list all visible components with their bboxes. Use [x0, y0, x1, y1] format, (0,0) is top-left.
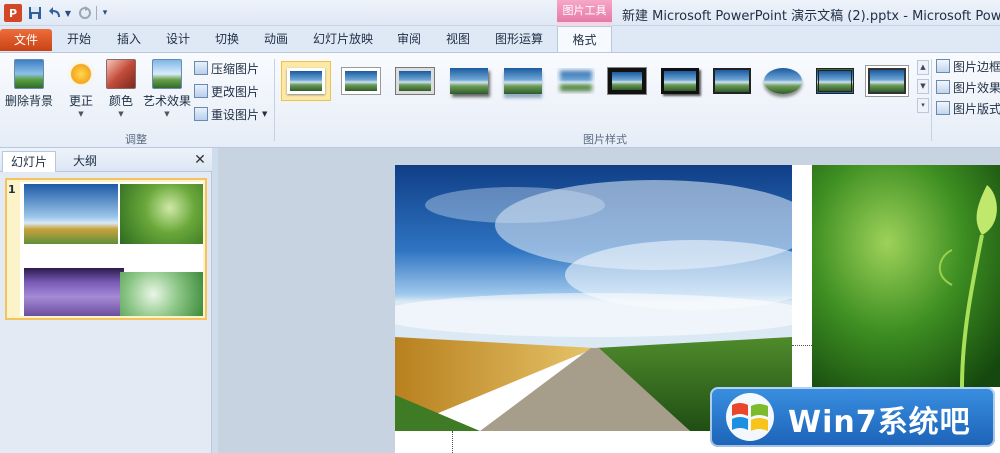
tab-outline[interactable]: 大纲 — [58, 151, 112, 172]
picture-style-metal-frame[interactable] — [390, 61, 440, 101]
redo-icon[interactable] — [77, 4, 93, 22]
picture-style-simple-frame-white[interactable] — [281, 61, 331, 101]
tab-insert[interactable]: 插入 — [107, 26, 151, 52]
layout-icon — [936, 101, 950, 115]
tab-home[interactable]: 开始 — [57, 26, 101, 52]
chevron-down-icon: ▼ — [118, 110, 124, 118]
title-bar: P ▼ ▾ 图片工具 新建 Microsoft PowerPoint 演示文稿 … — [0, 0, 1000, 26]
selection-guide-vertical — [452, 431, 453, 453]
change-picture-label: 更改图片 — [211, 84, 260, 99]
group-separator — [931, 59, 932, 141]
color-label: 颜色 — [108, 94, 133, 108]
picture-style-oval[interactable] — [758, 61, 808, 101]
picture-style-thin-black-frame[interactable] — [707, 61, 757, 101]
picture-border-button[interactable]: 图片边框 — [936, 57, 1000, 75]
remove-background-icon — [14, 59, 44, 89]
picture-style-drop-shadow[interactable] — [444, 61, 494, 101]
artistic-effects-label: 艺术效果 — [142, 94, 191, 108]
group-separator — [274, 59, 275, 141]
quick-access-separator — [96, 6, 98, 20]
windows-logo-icon — [726, 393, 774, 441]
effects-icon — [936, 80, 950, 94]
tab-animations[interactable]: 动画 — [254, 26, 298, 52]
picture-effects-label: 图片效果 — [953, 80, 1000, 95]
picture-styles-group-label: 图片样式 — [583, 133, 627, 146]
slide-number: 1 — [8, 183, 16, 196]
picture-style-soft-edge[interactable] — [551, 61, 601, 101]
gallery-scroll-up[interactable]: ▲ — [917, 60, 929, 75]
chevron-down-icon: ▼ — [164, 110, 170, 118]
close-icon[interactable]: ✕ — [192, 152, 208, 168]
remove-background-label: 删除背景 — [4, 94, 53, 108]
color-button[interactable]: 颜色 ▼ — [103, 57, 139, 119]
ribbon-tab-row: 文件 开始 插入 设计 切换 动画 幻灯片放映 审阅 视图 图形运算 格式 — [0, 26, 1000, 52]
picture-style-black-shadow[interactable] — [655, 61, 705, 101]
picture-style-beveled-matte[interactable] — [336, 61, 386, 101]
artistic-effects-button[interactable]: 艺术效果 ▼ — [142, 57, 192, 119]
site-watermark: Win7系统吧 — [710, 387, 995, 447]
leaf-picture[interactable] — [812, 165, 1000, 387]
reset-picture-icon — [194, 107, 208, 121]
picture-style-thick-black-frame[interactable] — [602, 61, 652, 101]
slides-panel: 幻灯片 大纲 ✕ 1 — [0, 148, 212, 453]
reset-picture-button[interactable]: 重设图片 ▼ — [194, 105, 267, 123]
tab-format[interactable]: 格式 — [557, 26, 612, 52]
tab-picture-operations[interactable]: 图形运算 — [487, 26, 551, 52]
save-icon[interactable] — [27, 4, 43, 22]
change-picture-icon — [194, 84, 208, 98]
tab-view[interactable]: 视图 — [436, 26, 480, 52]
compress-icon — [194, 61, 208, 75]
tab-design[interactable]: 设计 — [156, 26, 200, 52]
tab-review[interactable]: 审阅 — [387, 26, 431, 52]
undo-dropdown-icon[interactable]: ▼ — [64, 4, 72, 22]
pencil-icon — [936, 59, 950, 73]
picture-style-moderate-frame[interactable] — [862, 61, 912, 101]
corrections-button[interactable]: 更正 ▼ — [62, 57, 100, 119]
picture-style-reflected[interactable] — [498, 61, 548, 101]
picture-style-double-frame[interactable] — [810, 61, 860, 101]
compress-label: 压缩图片 — [211, 61, 260, 76]
undo-icon[interactable] — [48, 4, 64, 22]
slide-thumbnail-canvas — [20, 182, 203, 316]
powerpoint-app-icon[interactable]: P — [4, 4, 22, 22]
picture-border-label: 图片边框 — [953, 59, 1000, 74]
corrections-label: 更正 — [68, 94, 93, 108]
panel-tab-row: 幻灯片 大纲 ✕ — [0, 148, 212, 172]
thumbnail-leaf-photo — [120, 184, 203, 244]
adjust-group-label: 调整 — [125, 133, 147, 146]
thumbnail-water-leaf-photo — [120, 272, 203, 316]
selection-guide-horizontal — [792, 345, 812, 346]
compress-pictures-button[interactable]: 压缩图片 — [194, 59, 259, 77]
chevron-down-icon: ▼ — [78, 110, 84, 118]
gallery-more-button[interactable]: ▾ — [917, 98, 929, 113]
picture-effects-button[interactable]: 图片效果 — [936, 78, 1000, 96]
gallery-scroll-down[interactable]: ▼ — [917, 79, 929, 94]
remove-background-button[interactable]: 删除背景 — [4, 57, 54, 119]
change-picture-button[interactable]: 更改图片 — [194, 82, 259, 100]
picture-layout-label: 图片版式 — [953, 101, 1000, 116]
tab-file[interactable]: 文件 — [0, 29, 52, 51]
picture-tools-context-label: 图片工具 — [557, 0, 612, 22]
window-title: 新建 Microsoft PowerPoint 演示文稿 (2).pptx - … — [622, 9, 1000, 24]
customize-quick-access-icon[interactable]: ▾ — [100, 4, 110, 22]
ribbon: 删除背景 更正 ▼ 颜色 ▼ 艺术效果 ▼ 压缩图片 更改图片 重设图片 ▼ 调… — [0, 52, 1000, 148]
watermark-text: Win7系统吧 — [788, 405, 971, 440]
tab-slideshow[interactable]: 幻灯片放映 — [303, 26, 383, 52]
tab-transitions[interactable]: 切换 — [205, 26, 249, 52]
artistic-effects-icon — [152, 59, 182, 89]
reset-picture-label: 重设图片 — [211, 107, 260, 122]
thumbnail-sky-road-photo — [24, 184, 118, 244]
picture-layout-button[interactable]: 图片版式 — [936, 99, 1000, 117]
thumbnail-lavender-photo — [24, 268, 124, 316]
chevron-down-icon: ▼ — [262, 110, 268, 118]
tab-slides[interactable]: 幻灯片 — [2, 151, 56, 172]
color-icon — [106, 59, 136, 89]
sun-icon — [66, 59, 96, 89]
slide-thumbnail[interactable] — [5, 178, 207, 320]
